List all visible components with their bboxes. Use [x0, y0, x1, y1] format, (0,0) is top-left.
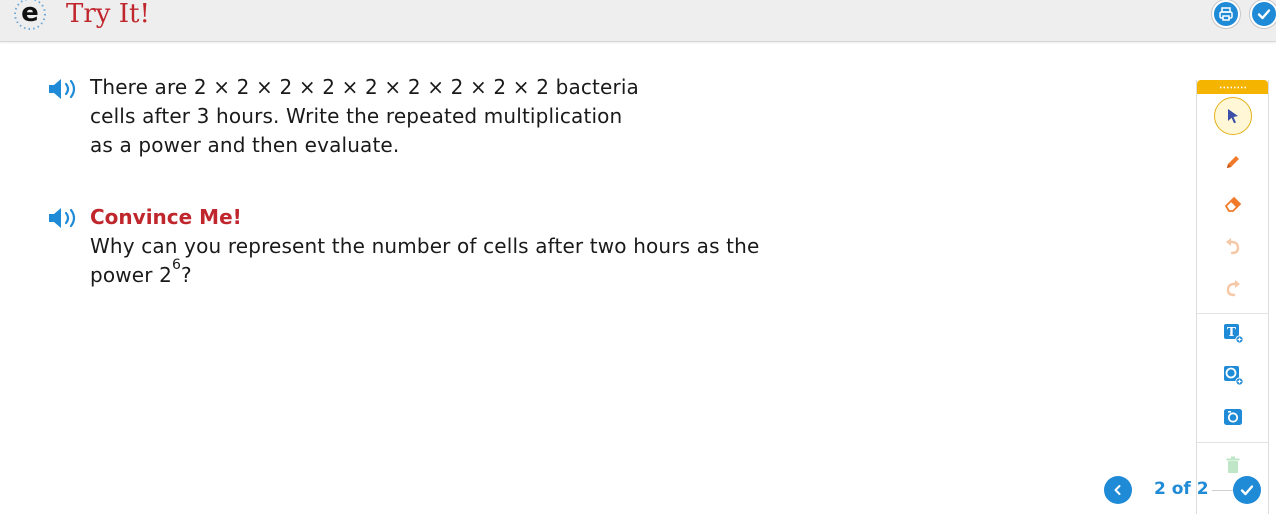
pen-tool-button[interactable] — [1214, 143, 1252, 181]
check-icon — [1240, 485, 1254, 496]
page-counter: 2 of 2 — [1154, 479, 1209, 499]
header-bar: e Try It! — [0, 0, 1276, 42]
problem-text: There are 2 × 2 × 2 × 2 × 2 × 2 × 2 × 2 … — [90, 73, 639, 160]
undo-tool-button[interactable] — [1214, 227, 1252, 265]
divider-line — [1212, 490, 1234, 491]
select-tool-button[interactable] — [1214, 97, 1252, 135]
power-exponent: 6 — [171, 257, 182, 273]
toolbar-drag-handle[interactable] — [1197, 80, 1268, 94]
text-tool-button[interactable]: T — [1214, 314, 1252, 352]
trash-icon — [1226, 456, 1240, 473]
eraser-tool-button[interactable] — [1214, 185, 1252, 223]
camera-icon — [1224, 409, 1242, 425]
convince-line: power 26? — [90, 258, 759, 290]
power-prefix: power 2 — [90, 263, 172, 287]
audio-speaker-icon[interactable] — [47, 78, 81, 100]
convince-me-text: Why can you represent the number of cell… — [90, 232, 759, 290]
redo-icon — [1226, 280, 1240, 297]
text-box-icon: T — [1224, 324, 1244, 344]
page-title: Try It! — [66, 0, 150, 29]
problem-line: cells after 3 hours. Write the repeated … — [90, 104, 623, 128]
camera-tool-button[interactable] — [1214, 398, 1252, 436]
chevron-left-icon — [1114, 485, 1121, 495]
svg-text:T: T — [1227, 325, 1236, 339]
redo-tool-button[interactable] — [1214, 269, 1252, 307]
annotation-toolbar: T — [1196, 80, 1269, 514]
shape-tool-button[interactable] — [1214, 356, 1252, 394]
undo-icon — [1226, 238, 1240, 255]
envision-logo: e — [14, 0, 46, 30]
pencil-icon — [1227, 156, 1239, 168]
eraser-icon — [1224, 196, 1242, 212]
check-button[interactable] — [1250, 0, 1276, 28]
previous-page-button[interactable] — [1104, 476, 1132, 504]
shape-icon — [1224, 366, 1244, 386]
power-suffix: ? — [181, 263, 192, 287]
problem-line: There are 2 × 2 × 2 × 2 × 2 × 2 × 2 × 2 … — [90, 75, 639, 99]
cursor-arrow-icon — [1228, 109, 1238, 124]
problem-line: as a power and then evaluate. — [90, 133, 400, 157]
check-icon — [1257, 9, 1271, 20]
logo-letter: e — [21, 0, 39, 28]
convince-me-heading: Convince Me! — [90, 205, 242, 229]
print-button[interactable] — [1212, 0, 1240, 28]
audio-speaker-icon[interactable] — [47, 207, 81, 229]
printer-icon — [1219, 7, 1233, 21]
submit-check-button[interactable] — [1233, 476, 1261, 504]
convince-line: Why can you represent the number of cell… — [90, 234, 760, 258]
